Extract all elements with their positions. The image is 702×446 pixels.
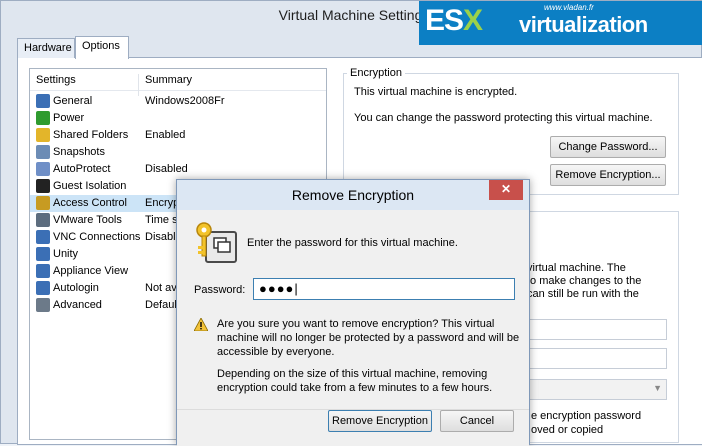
restriction-dropdown[interactable]: ▼ [527, 379, 667, 400]
settings-window: Virtual Machine Settings ESX www.vladan.… [0, 0, 702, 446]
monitor-icon [36, 94, 50, 108]
settings-item-autoprotect[interactable]: AutoProtect Disabled [30, 161, 326, 178]
restrictions-text-line4: e encryption password [531, 410, 642, 422]
column-summary[interactable]: Summary [145, 74, 192, 86]
duration-info-text: Depending on the size of this virtual ma… [217, 368, 493, 394]
snapshot-icon [36, 145, 50, 159]
settings-item-label: Appliance View [53, 265, 129, 277]
settings-item-label: Access Control [53, 197, 127, 209]
settings-item-label: Power [53, 112, 85, 124]
remove-encryption-dialog: Remove Encryption ✕ Enter the password f… [176, 179, 530, 446]
encryption-status-text: This virtual machine is encrypted. [354, 86, 518, 98]
dialog-title: Remove Encryption [291, 187, 415, 203]
tab-options[interactable]: Options [75, 36, 129, 59]
password-label: Password: [194, 284, 246, 296]
settings-item-label: AutoProtect [53, 163, 111, 175]
settings-item-label: Shared Folders [53, 129, 129, 141]
settings-item-label: General [53, 95, 93, 107]
settings-item-summary: Not av [145, 282, 177, 294]
window-title: Virtual Machine Settings [278, 7, 430, 23]
settings-item-label: Advanced [53, 299, 102, 311]
settings-item-summary: Encryp [145, 197, 180, 209]
restrictions-text-line5: oved or copied [531, 424, 604, 436]
warning-text: Are you sure you want to remove encrypti… [217, 318, 520, 358]
dialog-body: Enter the password for this virtual mach… [177, 210, 529, 446]
settings-item-general[interactable]: General Windows2008Fr [30, 93, 326, 110]
settings-item-summary: Enabled [145, 129, 186, 141]
settings-item-label: Guest Isolation [53, 180, 127, 192]
remove-encryption-button[interactable]: Remove Encryption... [550, 164, 666, 186]
advanced-icon [36, 298, 50, 312]
key-icon [36, 196, 50, 210]
restrictions-text-line2: to make changes to the [527, 275, 642, 287]
settings-item-summary: Defaul [145, 299, 177, 311]
dialog-prompt: Enter the password for this virtual mach… [247, 237, 458, 249]
dialog-titlebar[interactable]: Remove Encryption [177, 180, 529, 210]
cancel-button[interactable]: Cancel [440, 410, 514, 432]
restriction-password-field[interactable] [527, 319, 667, 340]
restriction-confirm-field[interactable] [527, 348, 667, 369]
lock-icon [36, 179, 50, 193]
vm-icon [36, 213, 50, 227]
unity-icon [36, 247, 50, 261]
logo-es: ESX [425, 4, 483, 37]
settings-item-shared-folders[interactable]: Shared Folders Enabled [30, 127, 326, 144]
folder-icon [36, 128, 50, 142]
settings-item-snapshots[interactable]: Snapshots [30, 144, 326, 161]
settings-list-header: Settings Summary [30, 69, 326, 96]
tab-hardware[interactable]: Hardware [17, 38, 75, 58]
settings-item-label: Unity [53, 248, 79, 260]
settings-item-summary: Windows2008Fr [145, 95, 225, 107]
settings-item-label: VMware Tools [53, 214, 122, 226]
settings-item-label: Snapshots [53, 146, 105, 158]
logo-virtualization: virtualization [519, 12, 648, 37]
settings-item-summary: Disabled [145, 163, 188, 175]
change-password-button[interactable]: Change Password... [550, 136, 666, 158]
settings-item-label: VNC Connections [53, 231, 141, 243]
vnc-icon [36, 230, 50, 244]
esx-virtualization-logo: ESX www.vladan.fr virtualization [419, 1, 702, 45]
settings-item-label: Autologin [53, 282, 99, 294]
autologin-icon [36, 281, 50, 295]
settings-item-power[interactable]: Power [30, 110, 326, 127]
column-settings[interactable]: Settings [36, 74, 76, 86]
password-input[interactable]: ●●●●| [253, 278, 515, 300]
close-icon[interactable]: ✕ [489, 180, 523, 200]
confirm-remove-encryption-button[interactable]: Remove Encryption [328, 410, 432, 432]
key-lock-icon [196, 222, 237, 263]
encryption-info-text: You can change the password protecting t… [354, 112, 653, 124]
appliance-icon [36, 264, 50, 278]
encryption-group-title: Encryption [347, 67, 405, 79]
restrictions-text-line3: can still be run with the [527, 288, 639, 300]
logo-www: www.vladan.fr [544, 3, 594, 12]
restrictions-text-line1: virtual machine. The [527, 262, 626, 274]
warning-icon [194, 318, 208, 331]
play-icon [36, 111, 50, 125]
clock-icon [36, 162, 50, 176]
chevron-down-icon: ▼ [653, 383, 662, 393]
